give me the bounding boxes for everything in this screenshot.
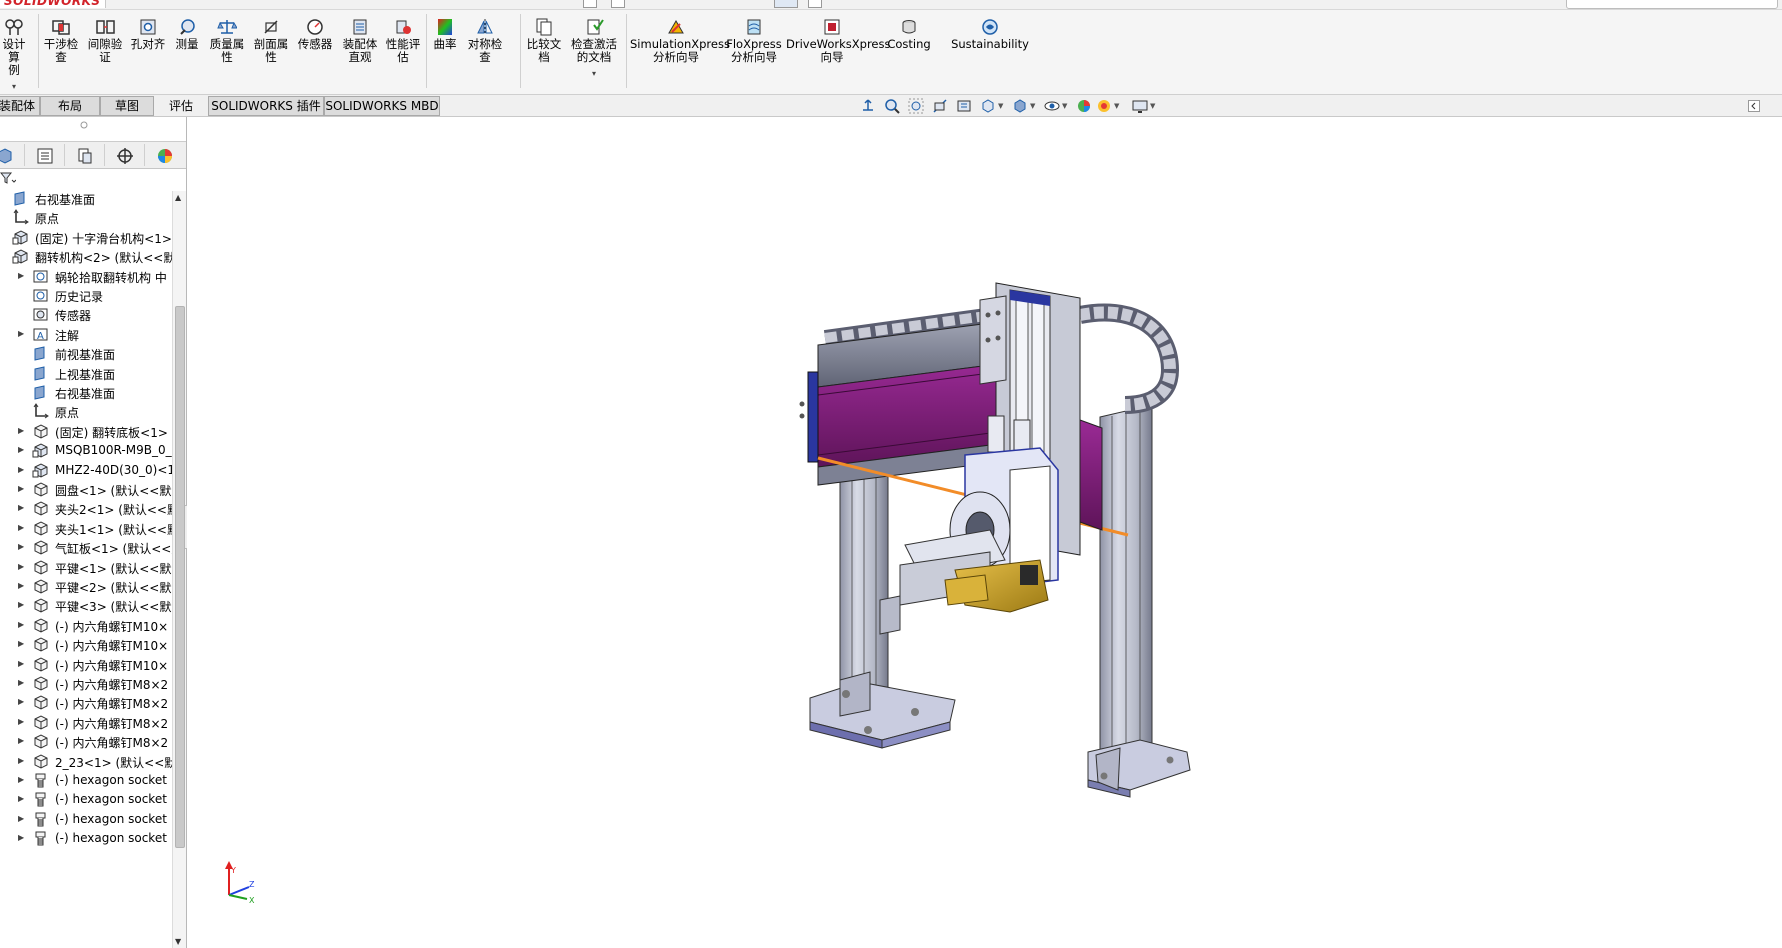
triad-x-axis [228,894,248,900]
cad-model-view[interactable] [0,0,1782,948]
triad-z-label: Z [249,880,255,889]
triad-z-axis [228,886,250,896]
coordinate-triad: Y Z X [225,861,255,905]
frame-cross-brace[interactable] [879,595,901,635]
right-support-post[interactable] [1087,404,1191,798]
triad-y-label: Y [230,866,236,875]
triad-x-label: X [249,896,255,905]
